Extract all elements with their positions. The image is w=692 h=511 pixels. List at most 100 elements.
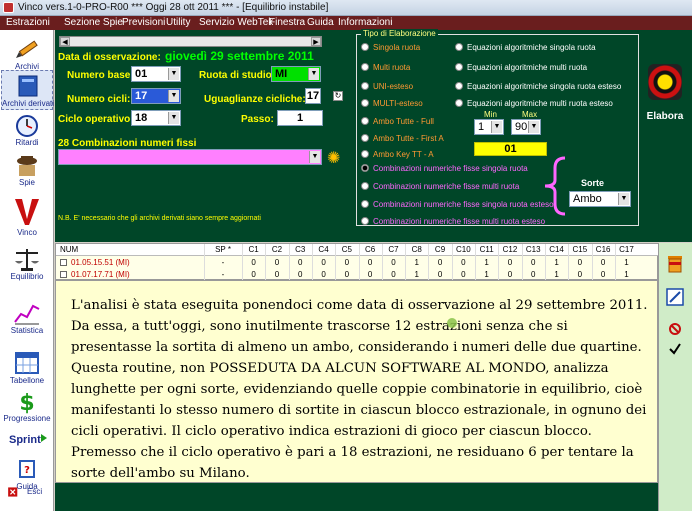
column-header[interactable]: C2 <box>265 244 288 256</box>
scroll-slider[interactable]: ◀ ▶ <box>59 36 322 47</box>
radio-dot <box>361 43 369 51</box>
cell-cycle: 0 <box>367 258 373 267</box>
sidebar-item-ritardi[interactable]: Ritardi <box>1 110 53 150</box>
radio-equazioni-multi[interactable]: Equazioni algoritmiche multi ruota <box>455 63 587 72</box>
max-select[interactable]: 90 ▼ <box>511 119 541 135</box>
column-header[interactable]: C4 <box>312 244 335 256</box>
numero-cicli-select[interactable]: 17 ▼ <box>131 88 181 104</box>
column-header[interactable]: C17 <box>615 244 638 256</box>
radio-equazioni-multi-esteso[interactable]: Equazioni algoritmiche multi ruota estes… <box>455 99 613 108</box>
ruota-studio-value: MI <box>275 68 288 80</box>
chevron-down-icon: ▼ <box>168 90 179 102</box>
radio-ambo-key[interactable]: Ambo Key TT - A <box>361 150 434 159</box>
radio-equazioni-singola-esteso[interactable]: Equazioni algoritmiche singola ruota est… <box>455 82 621 91</box>
menu-sezione-spie[interactable]: Sezione Spie <box>64 17 123 28</box>
ruota-studio-select[interactable]: MI ▼ <box>271 66 321 82</box>
radio-ambo-tutte-first[interactable]: Ambo Tutte - First A <box>361 134 444 143</box>
numero-base-select[interactable]: 01 ▼ <box>131 66 181 82</box>
sidebar-item-esci[interactable]: Esci <box>1 482 53 504</box>
radio-label: Combinazioni numeriche fisse multi ruota… <box>373 217 546 226</box>
sidebar-item-label: Esci <box>27 487 43 496</box>
column-header[interactable]: C8 <box>405 244 428 256</box>
slider-right-arrow[interactable]: ▶ <box>311 37 321 46</box>
column-header[interactable]: C1 <box>242 244 265 256</box>
column-header[interactable]: C15 <box>568 244 591 256</box>
column-header[interactable]: C11 <box>475 244 498 256</box>
sun-icon[interactable]: ✺ <box>327 148 340 168</box>
uguaglianze-field[interactable]: 17 <box>305 88 321 104</box>
sidebar-item-spie[interactable]: Spie <box>1 150 53 190</box>
combinazioni-select[interactable]: ▼ <box>58 149 322 165</box>
ciclo-operativo-select[interactable]: 18 ▼ <box>131 110 181 126</box>
min-select[interactable]: 1 ▼ <box>474 119 504 135</box>
key-field[interactable]: 01 <box>474 142 547 156</box>
column-header[interactable]: C5 <box>335 244 358 256</box>
chevron-down-icon: ▼ <box>618 193 629 205</box>
check-icon[interactable] <box>664 339 686 359</box>
menu-servizio-webtek[interactable]: Servizio WebTek <box>199 17 273 28</box>
radio-multi-esteso[interactable]: MULTI-esteso <box>361 99 423 108</box>
sidebar-item-archivi-derivati[interactable]: Archivi derivati <box>1 70 54 110</box>
radio-equazioni-singola[interactable]: Equazioni algoritmiche singola ruota <box>455 43 596 52</box>
menu-utility[interactable]: Utility <box>166 17 190 28</box>
sidebar-item-tabellone[interactable]: Tabellone <box>1 348 53 388</box>
column-header[interactable]: C10 <box>452 244 475 256</box>
radio-dot <box>361 217 369 225</box>
numero-base-label: Numero base: <box>67 70 134 81</box>
cancel-icon[interactable] <box>664 319 686 339</box>
row-checkbox[interactable] <box>60 271 67 278</box>
column-divider <box>288 244 290 281</box>
menu-estrazioni[interactable]: Estrazioni <box>6 17 50 28</box>
sidebar-item-progressione[interactable]: $ Progressione <box>1 386 53 426</box>
column-divider <box>451 244 453 281</box>
column-header[interactable]: C14 <box>545 244 568 256</box>
max-value: 90 <box>515 121 528 133</box>
column-divider <box>265 244 267 281</box>
radio-dot <box>455 82 463 90</box>
menu-finestra[interactable]: Finestra <box>269 17 305 28</box>
elabora-button[interactable]: Elabora <box>642 64 688 124</box>
column-header[interactable]: C6 <box>359 244 382 256</box>
radio-label: Ambo Tutte - First A <box>373 134 444 143</box>
target-icon <box>648 64 682 100</box>
sidebar-item-label: Equilibrio <box>10 272 44 281</box>
row-checkbox[interactable] <box>60 259 67 266</box>
cell-cycle: 0 <box>461 258 466 267</box>
sorte-select[interactable]: Ambo ▼ <box>569 191 631 207</box>
column-header[interactable]: C3 <box>289 244 312 256</box>
passo-field[interactable]: 1 <box>277 110 323 126</box>
sidebar-item-vinco[interactable]: Vinco <box>1 194 53 237</box>
menu-previsioni[interactable]: Previsioni <box>122 17 165 28</box>
menu-informazioni[interactable]: Informazioni <box>338 17 392 28</box>
cell-sp: - <box>221 258 225 267</box>
book-icon <box>18 75 38 97</box>
radio-comb-multi[interactable]: Combinazioni numeriche fisse multi ruota <box>361 182 519 191</box>
sidebar-item-statistica[interactable]: Statistica <box>1 298 53 338</box>
radio-comb-singola-esteso[interactable]: Combinazioni numeriche fisse singola ruo… <box>361 200 554 209</box>
menu-guida[interactable]: Guida <box>307 17 334 28</box>
sidebar-item-equilibrio[interactable]: Equilibrio <box>1 244 53 284</box>
column-header[interactable]: C13 <box>522 244 545 256</box>
radio-multi-ruota[interactable]: Multi ruota <box>361 63 410 72</box>
column-header[interactable]: NUM <box>56 244 204 256</box>
column-header[interactable]: C16 <box>592 244 615 256</box>
sidebar-item-archivi[interactable]: Archivi <box>1 34 53 74</box>
refresh-icon[interactable]: ↻ <box>333 91 343 101</box>
column-header[interactable]: C9 <box>428 244 451 256</box>
min-value: 1 <box>478 121 485 133</box>
column-header[interactable]: C12 <box>498 244 521 256</box>
radio-comb-multi-esteso[interactable]: Combinazioni numeriche fisse multi ruota… <box>361 217 545 226</box>
report-textarea[interactable]: L'analisi è stata eseguita ponendoci com… <box>55 280 658 483</box>
elaborazione-group: Tipo di Elaborazione Singola ruota Multi… <box>356 29 639 226</box>
column-header[interactable]: C7 <box>382 244 405 256</box>
slider-left-arrow[interactable]: ◀ <box>60 37 70 46</box>
radio-ambo-tutte-full[interactable]: Ambo Tutte - Full <box>361 117 434 126</box>
radio-singola-ruota[interactable]: Singola ruota <box>361 43 420 52</box>
column-header[interactable]: SP * <box>204 244 242 256</box>
sidebar-item-label: Ritardi <box>15 138 39 147</box>
data-osservazione-value[interactable]: giovedì 29 settembre 2011 <box>165 49 314 63</box>
edit-icon[interactable] <box>664 287 686 307</box>
radio-uni-esteso[interactable]: UNI-esteso <box>361 82 413 91</box>
trash-icon[interactable] <box>664 253 686 273</box>
radio-comb-singola[interactable]: Combinazioni numeriche fisse singola ruo… <box>361 164 528 173</box>
